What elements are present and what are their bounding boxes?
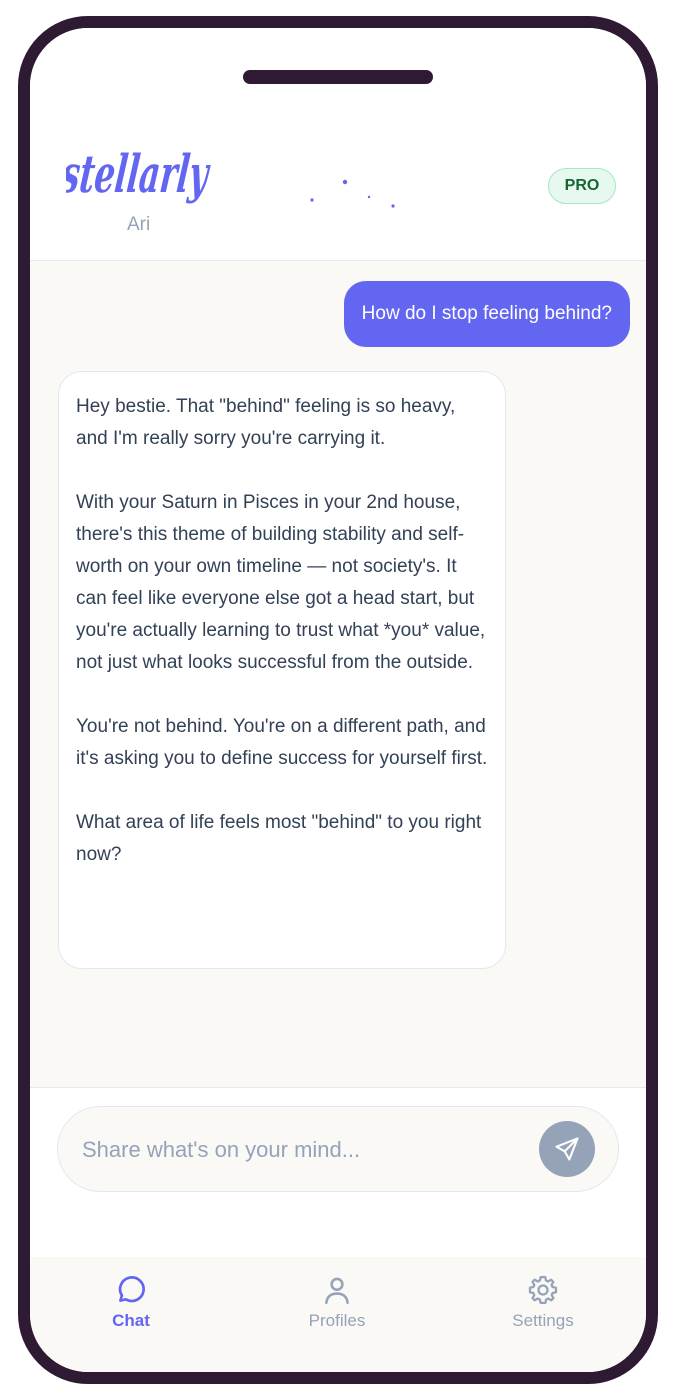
- assistant-paragraph: What area of life feels most "behind" to…: [76, 812, 482, 865]
- tab-profiles[interactable]: Profiles: [267, 1273, 407, 1343]
- stellarly-logo[interactable]: stellarly: [66, 136, 216, 210]
- logo-wordmark: stellarly: [66, 144, 213, 205]
- tab-settings[interactable]: Settings: [473, 1273, 613, 1343]
- gear-icon: [528, 1275, 558, 1305]
- assistant-paragraph: With your Saturn in Pisces in your 2nd h…: [76, 492, 486, 673]
- tab-settings-label: Settings: [512, 1311, 574, 1330]
- composer-bar: [30, 1087, 646, 1258]
- message-input-container[interactable]: [57, 1106, 619, 1192]
- assistant-paragraph: You're not behind. You're on a different…: [76, 716, 488, 769]
- device-notch: [243, 70, 433, 84]
- tab-chat[interactable]: Chat: [61, 1273, 201, 1343]
- assistant-message-bubble: Hey bestie. That "behind" feeling is so …: [58, 371, 506, 969]
- chat-thread[interactable]: How do I stop feeling behind? Hey bestie…: [30, 261, 646, 1087]
- chat-bubble-icon: [118, 1276, 145, 1303]
- send-button[interactable]: [539, 1121, 595, 1177]
- active-profile-name[interactable]: Ari: [127, 214, 150, 236]
- pro-badge[interactable]: PRO: [548, 168, 616, 204]
- tab-chat-label: Chat: [112, 1311, 150, 1330]
- send-icon: [555, 1137, 579, 1161]
- message-input[interactable]: [80, 1127, 524, 1173]
- user-message-bubble: How do I stop feeling behind?: [343, 281, 630, 347]
- bottom-tab-bar: Chat Profiles Settings: [30, 1257, 646, 1372]
- app-header: stellarly Ari PRO: [30, 28, 646, 261]
- constellation-decoration: [310, 179, 395, 208]
- tab-profiles-label: Profiles: [308, 1311, 366, 1330]
- phone-frame: stellarly Ari PRO How do I stop feeling …: [18, 16, 658, 1384]
- assistant-paragraph: Hey bestie. That "behind" feeling is so …: [76, 396, 456, 449]
- app-screen: stellarly Ari PRO How do I stop feeling …: [30, 28, 646, 1372]
- person-icon: [325, 1277, 349, 1305]
